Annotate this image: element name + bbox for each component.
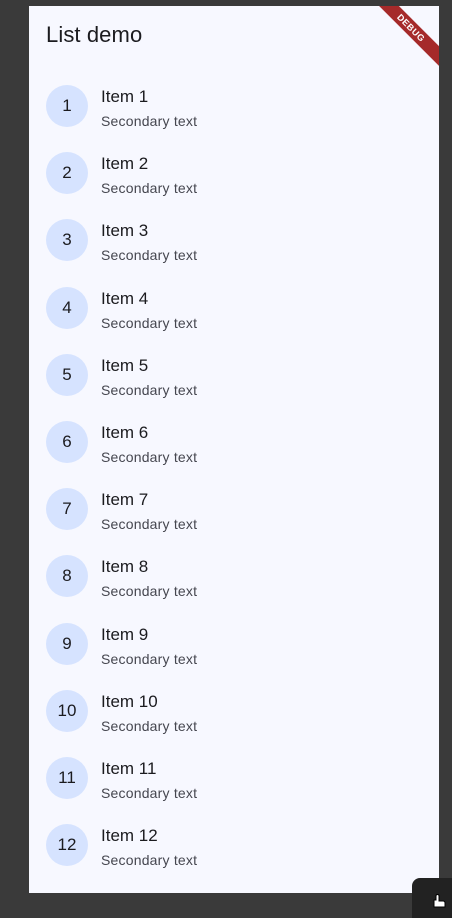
list-item-subtitle: Secondary text (101, 784, 198, 801)
page-title: List demo (46, 22, 143, 47)
avatar: 2 (46, 152, 88, 195)
list-item[interactable]: 5 Item 5 Secondary text (29, 342, 439, 409)
app-window: List demo DEBUG 1 Item 1 Secondary text … (29, 6, 439, 893)
list-item[interactable]: 11 Item 11 Secondary text (29, 745, 439, 812)
avatar: 8 (46, 555, 88, 598)
list-item-title: Item 3 (101, 221, 149, 241)
list-item-title: Item 2 (101, 154, 149, 174)
avatar: 3 (46, 219, 88, 262)
avatar: 11 (46, 756, 88, 799)
list-item-title: Item 7 (101, 490, 149, 510)
list-item[interactable]: 3 Item 3 Secondary text (29, 207, 439, 274)
avatar: 12 (46, 824, 88, 867)
list-item-title: Item 5 (101, 355, 149, 375)
list-item[interactable]: 10 Item 10 Secondary text (29, 678, 439, 745)
avatar: 9 (46, 622, 88, 665)
list-item-title: Item 1 (101, 87, 149, 106)
list-item-subtitle: Secondary text (101, 113, 198, 129)
avatar: 5 (46, 353, 88, 396)
list-item[interactable]: 6 Item 6 Secondary text (29, 409, 439, 476)
avatar: 4 (46, 286, 88, 329)
list-item-title: Item 12 (101, 826, 158, 846)
list-item-subtitle: Secondary text (101, 650, 198, 667)
list-item[interactable]: 4 Item 4 Secondary text (29, 275, 439, 342)
list-item-subtitle: Secondary text (101, 448, 198, 465)
list-item[interactable]: 8 Item 8 Secondary text (29, 543, 439, 610)
list-item-subtitle: Secondary text (101, 852, 198, 869)
item-list: 1 Item 1 Secondary text 2 Item 2 Seconda… (29, 73, 439, 879)
list-item-title: Item 4 (101, 288, 149, 308)
list-item-title: Item 9 (101, 624, 149, 644)
list-item-subtitle: Secondary text (101, 314, 198, 331)
list-item[interactable]: 9 Item 9 Secondary text (29, 611, 439, 678)
list-item-subtitle: Secondary text (101, 583, 198, 600)
app-bar: List demo (29, 6, 439, 70)
avatar: 1 (46, 85, 88, 127)
list-item[interactable]: 1 Item 1 Secondary text (29, 73, 439, 140)
avatar: 6 (46, 420, 88, 463)
list-item-title: Item 11 (101, 758, 157, 778)
list-item-subtitle: Secondary text (101, 516, 198, 533)
avatar: 7 (46, 488, 88, 531)
list-item[interactable]: 12 Item 12 Secondary text (29, 812, 439, 879)
list-item-subtitle: Secondary text (101, 717, 198, 734)
list-item-subtitle: Secondary text (101, 247, 198, 264)
list-item-title: Item 8 (101, 557, 149, 577)
list-item-title: Item 10 (101, 691, 158, 711)
list-item[interactable]: 2 Item 2 Secondary text (29, 140, 439, 207)
list-item[interactable]: 7 Item 7 Secondary text (29, 476, 439, 543)
avatar: 10 (46, 689, 88, 732)
list-item-subtitle: Secondary text (101, 381, 198, 398)
list-item-title: Item 6 (101, 422, 149, 442)
list-item-subtitle: Secondary text (101, 180, 198, 197)
